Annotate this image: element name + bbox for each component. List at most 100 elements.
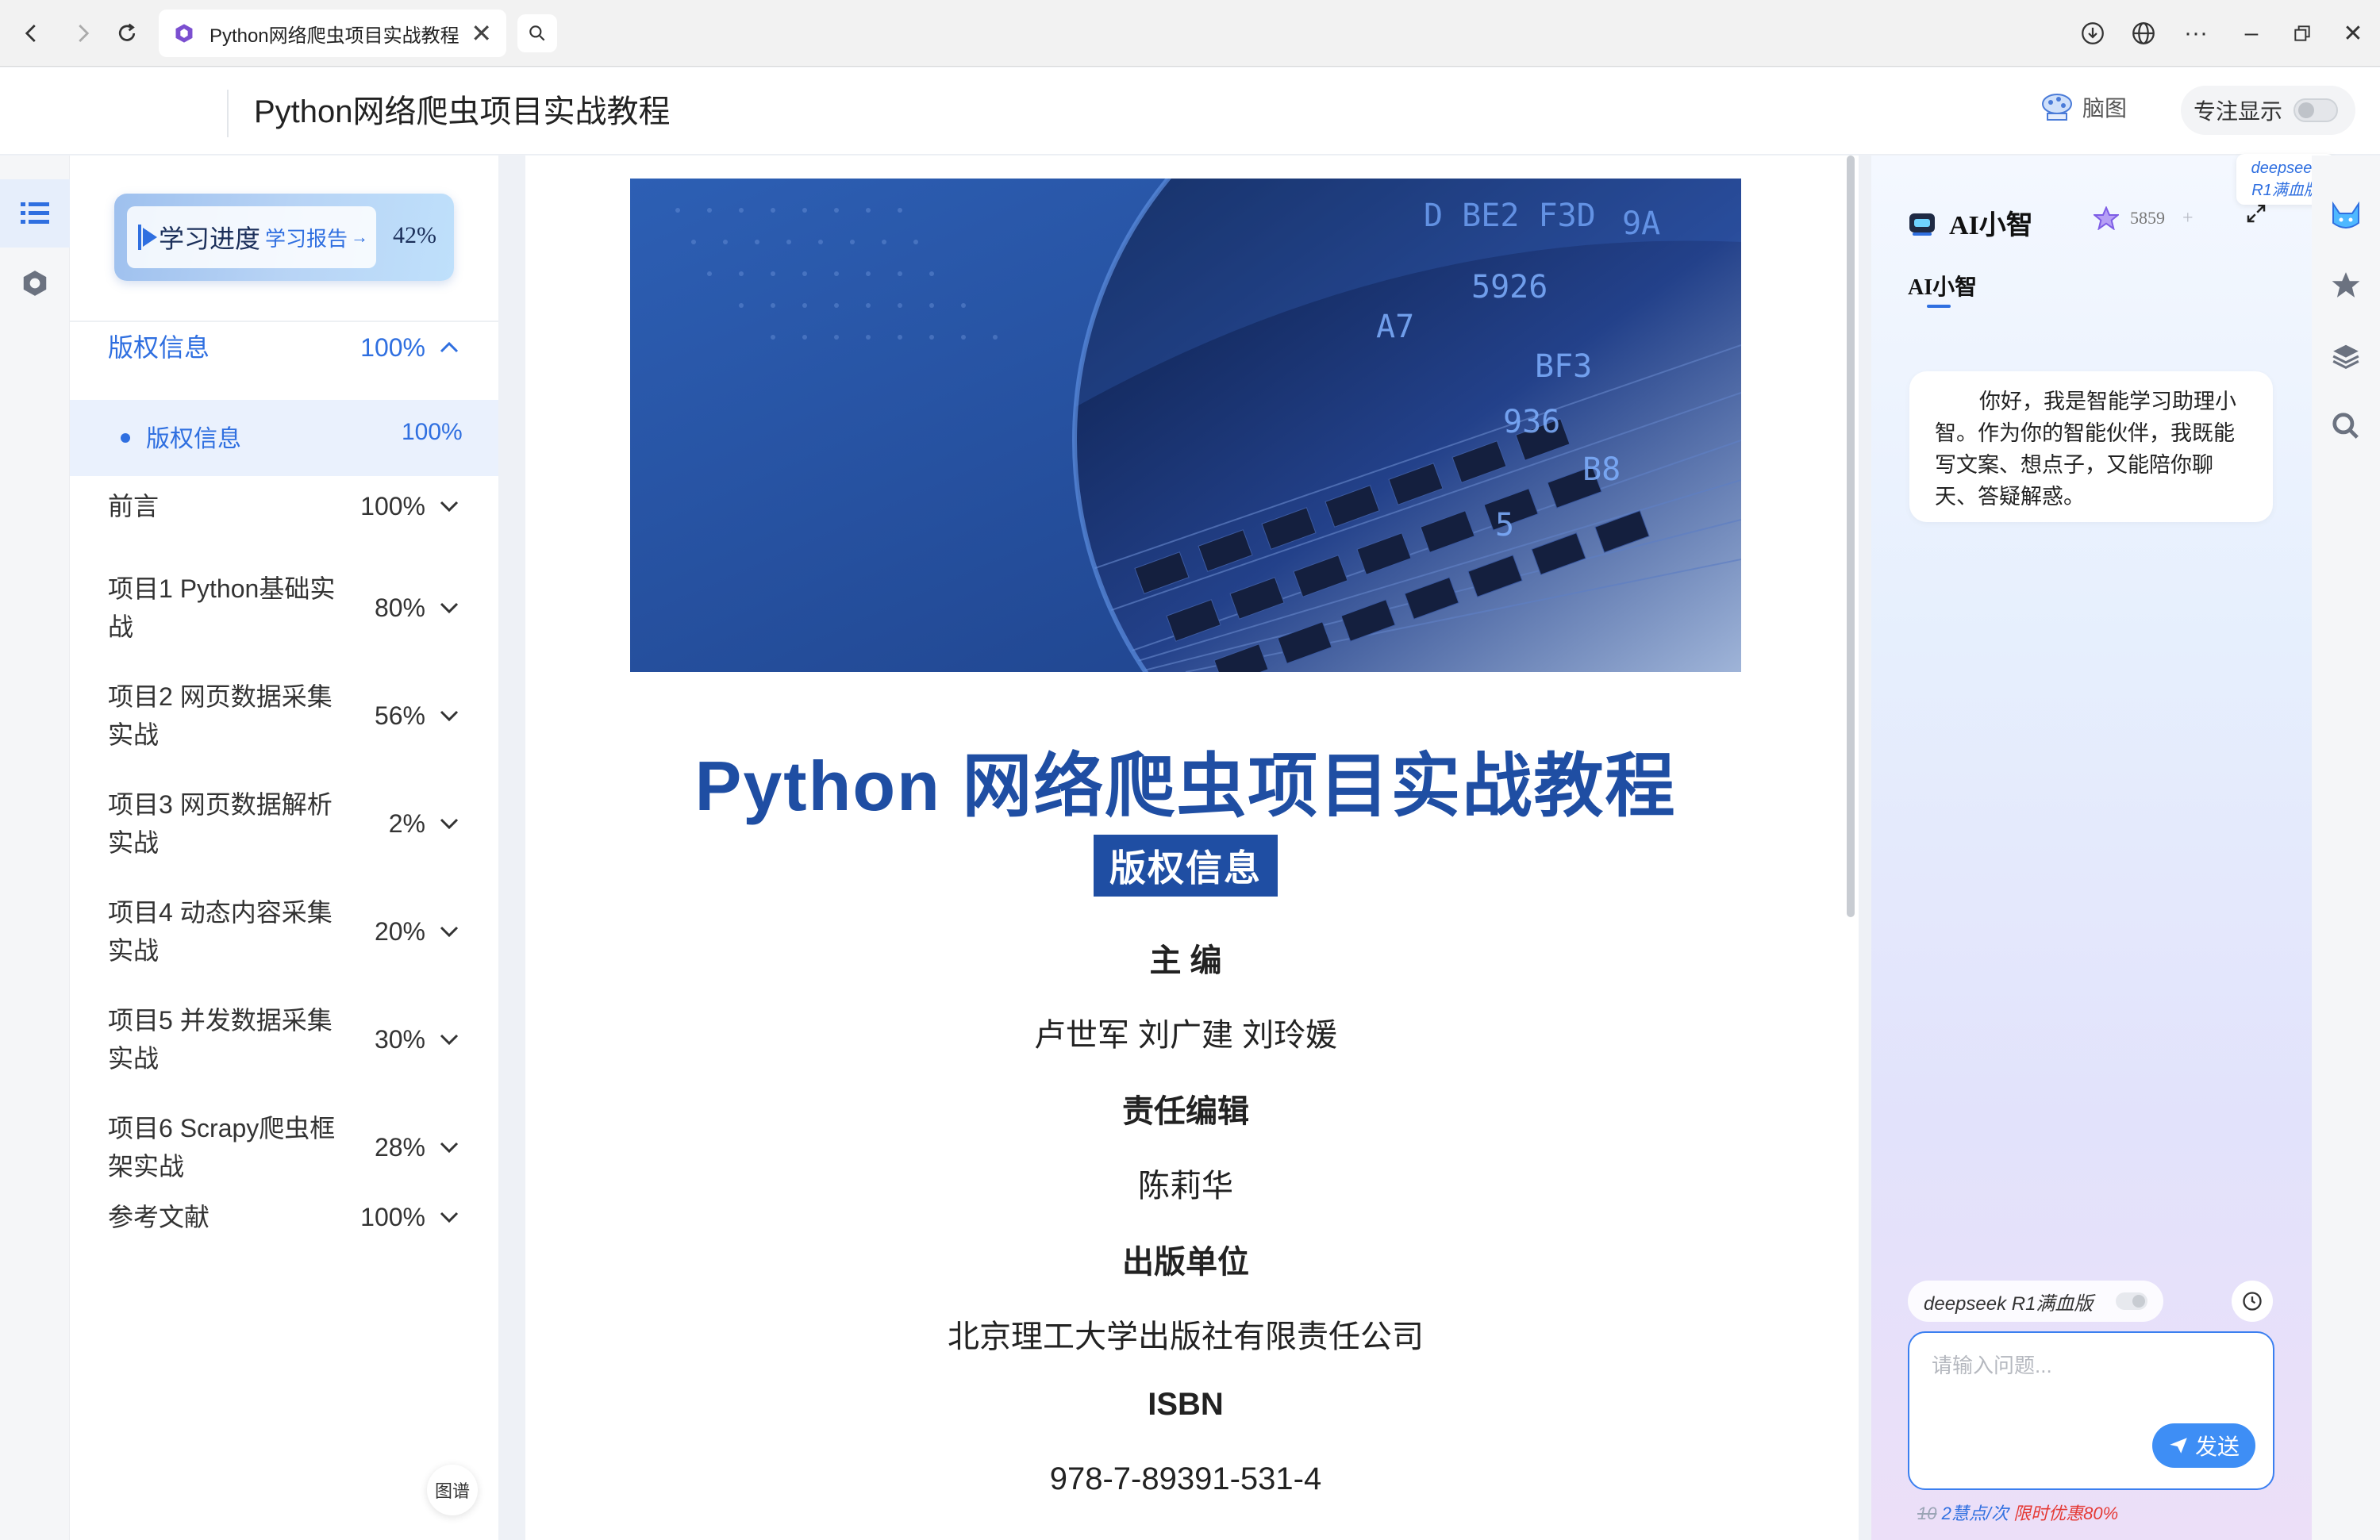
ai-name: AI小智 (1949, 211, 2033, 240)
cost-promo: 限时优惠80% (2013, 1504, 2119, 1523)
browser-tab[interactable]: Python网络爬虫项目实战教程 ✕ (159, 10, 506, 57)
chevron-up-icon[interactable] (425, 335, 473, 360)
toc-item-percent: 28% (374, 1132, 425, 1162)
toc-item-percent: 56% (374, 701, 425, 730)
layers-icon[interactable] (2312, 322, 2380, 390)
toc-item-percent: 20% (374, 916, 425, 946)
toc-item-project3[interactable]: 项目3 网页数据解析实战 2% (108, 785, 473, 862)
svg-text:BF3: BF3 (1535, 348, 1592, 385)
toc-item-label: 项目1 Python基础实战 (108, 574, 336, 641)
chief-editor-heading: 主 编 (1149, 943, 1222, 978)
focus-switch[interactable] (2293, 98, 2339, 122)
toc-subitem-copyright[interactable]: 版权信息 100% (70, 400, 498, 476)
toc-item-references[interactable]: 参考文献 100% (108, 1198, 473, 1236)
back-icon[interactable] (13, 14, 51, 52)
toc-subitem-percent: 100% (402, 419, 463, 445)
tab-title: Python网络爬虫项目实战教程 (209, 25, 459, 47)
cost-original: 10 (1917, 1504, 1937, 1523)
svg-text:A7: A7 (1376, 309, 1414, 345)
cost-current: 2慧点/次 (1941, 1504, 2009, 1523)
toc-item-label: 项目5 并发数据采集实战 (108, 1006, 333, 1073)
isbn-value: 978-7-89391-531-4 (1049, 1461, 1322, 1496)
chevron-down-icon[interactable] (425, 493, 473, 519)
isbn-heading: ISBN (1148, 1387, 1224, 1422)
chevron-down-icon[interactable] (425, 811, 473, 836)
forward-icon[interactable] (63, 14, 102, 52)
chevron-down-icon[interactable] (425, 1204, 473, 1230)
question-input-box[interactable]: 发送 (1908, 1331, 2274, 1490)
chevron-down-icon[interactable] (425, 919, 473, 944)
send-button[interactable]: 发送 (2152, 1423, 2255, 1468)
toc-item-percent: 100% (360, 332, 425, 362)
page-title: Python网络爬虫项目实战教程 (254, 94, 671, 129)
toc-item-label: 项目2 网页数据采集实战 (108, 682, 333, 749)
bullet-dot-icon (121, 433, 130, 443)
question-input[interactable] (1932, 1354, 2249, 1378)
chevron-down-icon[interactable] (425, 1027, 473, 1052)
editor-heading: 责任编辑 (1122, 1094, 1249, 1129)
brain-icon (2042, 94, 2072, 121)
toc-item-project4[interactable]: 项目4 动态内容采集实战 20% (108, 893, 473, 970)
browser-chrome: Python网络爬虫项目实战教程 ✕ ··· – ✕ (0, 0, 2380, 67)
search-icon[interactable] (517, 14, 557, 52)
ai-cost-info: 10 2慧点/次 限时优惠80% (1917, 1500, 2118, 1525)
ai-greeting-message: 你好，我是智能学习助理小智。作为你的智能伙伴，我既能写文案、想点子，又能陪你聊天… (1909, 371, 2273, 522)
header-divider (227, 90, 229, 137)
focus-mode-toggle[interactable]: 专注显示 (2181, 86, 2355, 135)
star-icon[interactable] (2312, 251, 2380, 319)
toc-item-label: 参考文献 (108, 1203, 210, 1231)
minimize-icon[interactable]: – (2230, 14, 2273, 52)
chevron-down-icon[interactable] (425, 595, 473, 620)
toc-item-label: 项目3 网页数据解析实战 (108, 790, 333, 857)
ai-assistant-panel: AI小智 5859 + deepseek R1满血版 AI小智 你好，我是智能学… (1871, 154, 2335, 1540)
toc-item-percent: 2% (388, 808, 425, 838)
toc-item-preface[interactable]: 前言 100% (108, 487, 473, 525)
history-clock-icon[interactable] (2232, 1281, 2273, 1322)
refresh-icon[interactable] (108, 14, 146, 52)
close-tab-icon[interactable]: ✕ (471, 18, 492, 48)
chevron-down-icon[interactable] (425, 703, 473, 728)
model-label: deepseek R1满血版 (1924, 1292, 2094, 1315)
ai-mascot-icon[interactable] (2312, 182, 2380, 251)
cover-banner-image: D BE2 F3D 5926 A7 BF3 936 B8 5 9A (630, 179, 1741, 672)
document-scrollbar[interactable] (1847, 156, 1855, 917)
model-switch[interactable] (2116, 1292, 2147, 1310)
toc-subitem-label: 版权信息 (146, 426, 241, 452)
paper-plane-icon (2170, 1438, 2187, 1454)
expand-icon[interactable] (2244, 202, 2268, 232)
progress-card[interactable]: 学习进度 学习报告 → 42% (114, 194, 454, 281)
toc-item-label: 前言 (108, 492, 160, 520)
ai-header: AI小智 (1906, 203, 2033, 242)
publisher-name: 北京理工大学出版社有限责任公司 (948, 1319, 1424, 1354)
focus-label: 专注显示 (2194, 99, 2283, 124)
hexagon-icon[interactable] (0, 249, 70, 317)
close-window-icon[interactable]: ✕ (2332, 14, 2374, 52)
progress-inner: 学习进度 学习报告 → (127, 206, 376, 268)
toc-item-project6[interactable]: 项目6 Scrapy爬虫框架实战 28% (108, 1109, 473, 1185)
more-icon[interactable]: ··· (2174, 14, 2217, 52)
restore-icon[interactable] (2281, 14, 2324, 52)
progress-report-link[interactable]: 学习报告 (265, 223, 348, 252)
toc-item-percent: 100% (360, 1202, 425, 1231)
toc-item-project2[interactable]: 项目2 网页数据采集实战 56% (108, 678, 473, 754)
toc-item-label: 项目6 Scrapy爬虫框架实战 (108, 1114, 336, 1181)
globe-icon[interactable] (2122, 14, 2165, 52)
search-icon[interactable] (2312, 392, 2380, 460)
knowledge-graph-button[interactable]: 图谱 (427, 1465, 478, 1515)
toc-item-label: 版权信息 (108, 333, 210, 362)
section-badge: 版权信息 (1094, 835, 1278, 897)
plus-icon[interactable]: + (2182, 208, 2194, 229)
tab-ai-chat[interactable]: AI小智 (1908, 270, 1977, 301)
progress-percent: 42% (393, 222, 436, 248)
toc-icon[interactable] (0, 179, 70, 248)
toc-item-project5[interactable]: 项目5 并发数据采集实战 30% (108, 1001, 473, 1077)
model-selector[interactable]: deepseek R1满血版 (1908, 1281, 2163, 1322)
ai-points-count: 5859 (2130, 208, 2165, 228)
mindmap-button[interactable]: 脑图 (2040, 91, 2127, 123)
send-label: 发送 (2194, 1434, 2240, 1459)
toc-item-percent: 100% (360, 491, 425, 520)
toc-item-copyright[interactable]: 版权信息 100% (108, 328, 473, 367)
toc-item-project1[interactable]: 项目1 Python基础实战 80% (108, 570, 473, 646)
chevron-down-icon[interactable] (425, 1135, 473, 1160)
download-icon[interactable] (2071, 14, 2114, 52)
